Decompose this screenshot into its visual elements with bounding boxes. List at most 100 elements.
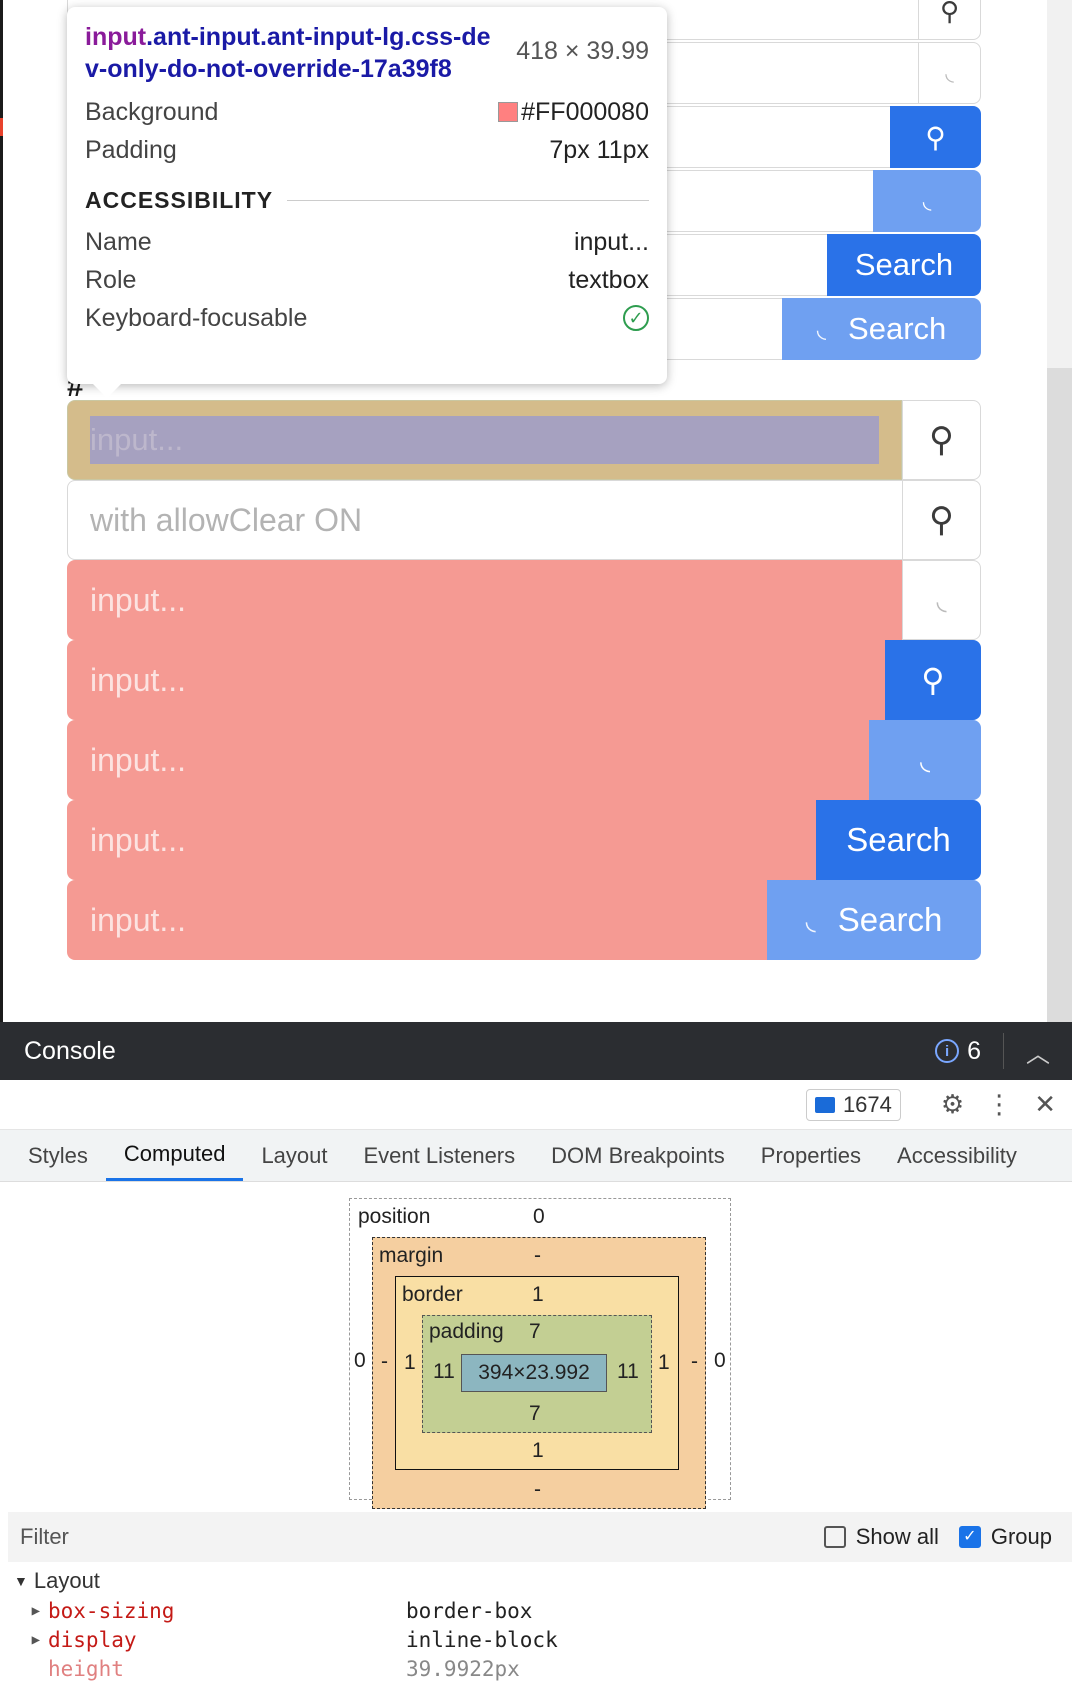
scrollbar-thumb[interactable] [1047,368,1072,1022]
loading-icon: ◟ [919,744,931,775]
show-all-checkbox[interactable]: Show all [823,1524,939,1550]
property-row[interactable]: ▶ display inline-block [8,1625,1072,1654]
box-model-diagram: position 0 0 0 margin - - - - border 1 1… [349,1198,731,1509]
element-size: 418 × 39.99 [516,37,649,65]
computed-properties: ▼ Layout ▶ box-sizing border-box ▶ display in… [8,1566,1072,1683]
tab-dom-breakpoints[interactable]: DOM Breakpoints [533,1130,743,1181]
loading-icon: ◟ [945,60,954,85]
input-placeholder: with allowClear ON [90,501,363,538]
search-icon: ⚲ [929,501,954,539]
loading-button[interactable]: ◟ [869,720,981,800]
input-placeholder: input... [90,821,187,858]
tab-properties[interactable]: Properties [743,1130,879,1181]
tab-layout[interactable]: Layout [243,1130,345,1181]
search-button[interactable]: ⚲ [902,480,981,560]
search-label: Search [848,311,947,346]
close-icon[interactable]: ✕ [1034,1089,1056,1120]
name-row: Name input... [85,227,649,256]
search-button[interactable]: Search [816,800,981,880]
color-swatch [498,102,519,122]
inspect-tooltip: input.ant-input.ant-input-lg.css-dev-onl… [67,7,667,398]
input-row-large-7: input... ◟ Search [67,880,981,960]
search-button[interactable]: Search [827,234,981,296]
loading-button[interactable]: ◟ [902,560,981,640]
search-label: Search [846,821,951,858]
element-selector: input.ant-input.ant-input-lg.css-dev-onl… [85,23,491,83]
focusable-row: Keyboard-focusable ✓ [85,299,649,337]
input-placeholder: input... [90,901,187,938]
loading-icon: ◟ [816,315,827,343]
search-label: Search [837,901,943,938]
border-box: border 1 1 1 1 padding 7 7 11 11 394×23.… [395,1276,679,1470]
console-title[interactable]: Console [24,1037,935,1066]
info-icon: i [935,1039,960,1063]
input-placeholder: input... [90,741,187,778]
text-input[interactable]: input... [67,880,767,960]
console-drawer-bar: Console i6 ︿ [0,1022,1072,1080]
search-button[interactable]: ⚲ [890,106,981,168]
input-row-large-5: input... ◟ [67,720,981,800]
devtools-toolbar: 1674 ⚙ ⋮ ✕ [0,1080,1072,1130]
allowclear-input[interactable]: with allowClear ON [67,480,902,560]
search-button[interactable]: ⚲ [885,640,981,720]
highlighted-input[interactable]: input... [67,400,902,480]
loading-icon: ◟ [936,584,947,615]
filter-input[interactable]: Filter [20,1524,824,1550]
tab-styles[interactable]: Styles [10,1130,106,1181]
checkmark-icon: ✓ [623,305,649,331]
background-row: Background #FF000080 [85,97,649,126]
text-input[interactable]: input... [67,560,902,640]
more-vertical-icon[interactable]: ⋮ [986,1089,1012,1120]
input-placeholder: input... [90,581,187,618]
triangle-right-icon: ▶ [31,1602,40,1619]
chevron-up-icon[interactable]: ︿ [1026,1034,1050,1069]
margin-box: margin - - - - border 1 1 1 1 padding 7 … [372,1237,706,1509]
input-row-large-2: with allowClear ON ⚲ [67,480,981,560]
loading-button[interactable]: ◟ [918,42,981,104]
tab-computed[interactable]: Computed [105,1130,244,1181]
input-row-large-4: input... ⚲ [67,640,981,720]
text-input[interactable]: input... [67,720,869,800]
search-button[interactable]: ⚲ [902,400,981,480]
loading-icon: ◟ [922,188,932,213]
checkbox-icon [823,1526,846,1548]
search-icon: ⚲ [921,662,945,698]
accessibility-section: ACCESSIBILITY [85,183,649,217]
group-checkbox[interactable]: ✓ Group [958,1524,1052,1550]
role-row: Role textbox [85,265,649,294]
message-icon [814,1096,835,1113]
loading-search-button[interactable]: ◟ Search [767,880,981,960]
loading-search-button[interactable]: ◟ Search [782,298,981,360]
search-label: Search [854,247,954,282]
triangle-right-icon: ▶ [31,1631,40,1648]
input-row-large-3: input... ◟ [67,560,981,640]
input-row-large-1: input... ⚲ [67,400,981,480]
checkbox-checked-icon: ✓ [958,1526,981,1548]
input-row-large-6: input... Search [67,800,981,880]
search-icon: ⚲ [939,0,960,26]
padding-row: Padding 7px 11px [85,135,649,164]
gear-icon[interactable]: ⚙ [941,1089,964,1120]
tab-event-listeners[interactable]: Event Listeners [346,1130,534,1181]
search-icon: ⚲ [929,421,954,459]
messages-badge[interactable]: 1674 [805,1088,901,1121]
search-icon: ⚲ [925,121,946,153]
property-row[interactable]: height 39.9922px [8,1654,1072,1683]
property-row[interactable]: ▶ box-sizing border-box [8,1596,1072,1625]
text-input[interactable]: input... [67,640,885,720]
filter-bar: Filter Show all ✓ Group [8,1512,1072,1562]
tab-accessibility[interactable]: Accessibility [879,1130,1035,1181]
browser-viewport: ⚲ ◟ ⚲ ◟ Search ◟ Search # input... ⚲ with… [0,0,1072,1022]
devtools-panel: 1674 ⚙ ⋮ ✕ Styles Computed Layout Event … [0,1080,1072,1692]
search-button[interactable]: ⚲ [918,0,981,40]
info-count-badge[interactable]: i6 [935,1037,981,1066]
input-placeholder: input... [90,416,879,464]
group-layout[interactable]: ▼ Layout [8,1566,1072,1596]
text-input[interactable]: input... [67,800,816,880]
input-placeholder: input... [90,661,187,698]
triangle-down-icon: ▼ [14,1573,28,1589]
window-edge [0,0,3,1022]
content-box: 394×23.992 [461,1354,607,1392]
devtools-tabs: Styles Computed Layout Event Listeners D… [0,1130,1072,1182]
loading-button[interactable]: ◟ [873,170,981,232]
